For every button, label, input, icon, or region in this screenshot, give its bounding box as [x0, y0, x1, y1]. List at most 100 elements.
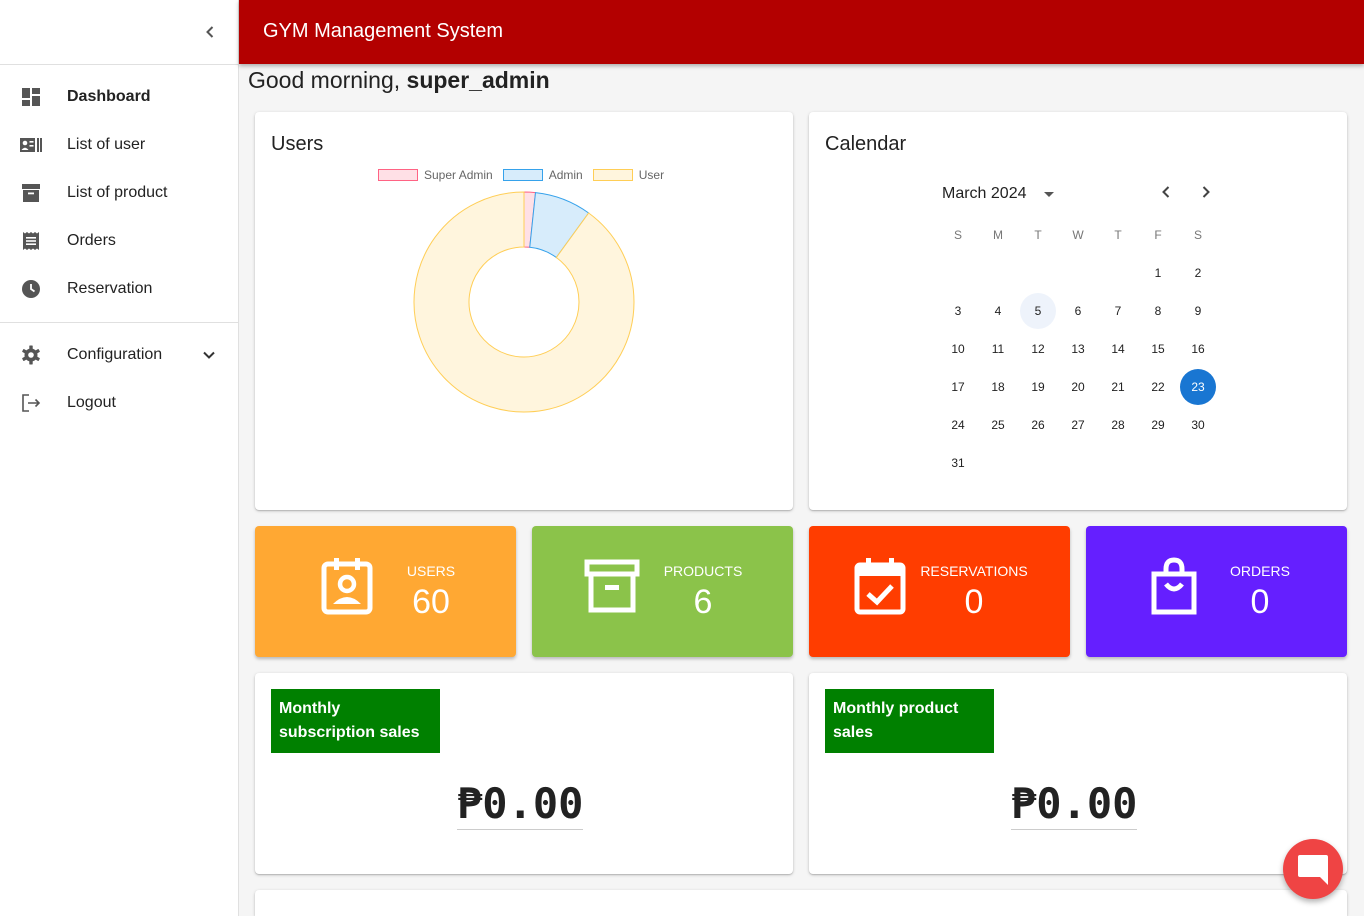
- calendar-day[interactable]: 23: [1180, 369, 1216, 405]
- sidebar-item-label: Logout: [67, 394, 116, 411]
- calendar-day[interactable]: 29: [1138, 407, 1178, 443]
- subscription-sales-card: Monthly subscription sales ₱0.00: [255, 673, 793, 874]
- calendar-day[interactable]: 20: [1058, 369, 1098, 405]
- calendar-empty-cell: [978, 255, 1018, 291]
- product-sales-card: Monthly product sales ₱0.00: [809, 673, 1347, 874]
- gear-icon: [20, 344, 42, 366]
- sales-value: ₱0.00: [1011, 779, 1138, 830]
- calendar-day[interactable]: 16: [1178, 331, 1218, 367]
- calendar-weekday: S: [953, 228, 962, 242]
- calendar-empty-cell: [938, 255, 978, 291]
- stat-card-reservations[interactable]: RESERVATIONS 0: [809, 526, 1070, 657]
- sidebar-nav: Dashboard List of user List of product O…: [0, 65, 238, 427]
- calendar-day[interactable]: 15: [1138, 331, 1178, 367]
- calendar-day[interactable]: 25: [978, 407, 1018, 443]
- stat-label: ORDERS: [1230, 563, 1290, 579]
- calendar-day[interactable]: 4: [978, 293, 1018, 329]
- calendar-day[interactable]: 8: [1138, 293, 1178, 329]
- greeting-username: super_admin: [406, 67, 550, 93]
- calendar-day[interactable]: 19: [1018, 369, 1058, 405]
- stat-label: USERS: [406, 563, 456, 579]
- chevron-down-icon: [203, 351, 215, 359]
- sidebar-item-logout[interactable]: Logout: [0, 379, 238, 427]
- stat-value: 0: [1250, 583, 1270, 621]
- doughnut-slice-user[interactable]: [413, 191, 635, 413]
- greeting: Good morning, super_admin: [248, 67, 550, 94]
- users-chart-card: Users Super Admin Admin User: [255, 112, 793, 510]
- calendar-day[interactable]: 26: [1018, 407, 1058, 443]
- bottom-card: [255, 890, 1347, 916]
- calendar-week-row: 3456789: [938, 292, 1218, 330]
- dashboard-icon: [20, 86, 42, 108]
- calendar-day[interactable]: 30: [1178, 407, 1218, 443]
- calendar-month-selector[interactable]: March 2024: [942, 182, 1061, 206]
- stat-card-products[interactable]: PRODUCTS 6: [532, 526, 793, 657]
- calendar-empty-cell: [1098, 445, 1138, 481]
- calendar-empty-cell: [1058, 445, 1098, 481]
- calendar-weekday: M: [993, 228, 1003, 242]
- previous-month-icon[interactable]: [1154, 180, 1178, 204]
- calendar-day[interactable]: 5: [1020, 293, 1056, 329]
- calendar-day[interactable]: 31: [938, 445, 978, 481]
- sidebar-divider: [0, 322, 238, 323]
- chat-button[interactable]: [1283, 839, 1343, 899]
- shopping-bag-icon: [1151, 557, 1197, 615]
- sidebar-item-label: Dashboard: [67, 88, 151, 105]
- calendar-week-row: 17 18 19 20 21 22 23: [938, 368, 1218, 406]
- sidebar-item-label: List of user: [67, 136, 146, 153]
- calendar-day[interactable]: 6: [1058, 293, 1098, 329]
- app-bar: GYM Management System: [239, 0, 1364, 64]
- stat-card-orders[interactable]: ORDERS 0: [1086, 526, 1347, 657]
- calendar-empty-cell: [1018, 255, 1058, 291]
- calendar-weekday: T: [1034, 228, 1042, 242]
- sidebar-item-list-of-user[interactable]: List of user: [0, 121, 238, 169]
- sidebar-item-reservation[interactable]: Reservation: [0, 265, 238, 313]
- calendar-week-row: 10 11 12 13 14 15 16: [938, 330, 1218, 368]
- calendar-day[interactable]: 7: [1098, 293, 1138, 329]
- calendar-day[interactable]: 9: [1178, 293, 1218, 329]
- sales-value: ₱0.00: [457, 779, 584, 830]
- sidebar-item-orders[interactable]: Orders: [0, 217, 238, 265]
- calendar-empty-cell: [978, 445, 1018, 481]
- calendar-day[interactable]: 12: [1018, 331, 1058, 367]
- sidebar-item-list-of-product[interactable]: List of product: [0, 169, 238, 217]
- sidebar-item-dashboard[interactable]: Dashboard: [0, 73, 238, 121]
- users-doughnut-chart: [413, 191, 635, 413]
- calendar-day[interactable]: 18: [978, 369, 1018, 405]
- calendar-day[interactable]: 21: [1098, 369, 1138, 405]
- next-month-icon[interactable]: [1194, 180, 1218, 204]
- contact-calendar-icon: [321, 558, 373, 615]
- sidebar: Dashboard List of user List of product O…: [0, 0, 239, 916]
- calendar-day[interactable]: 10: [938, 331, 978, 367]
- calendar-day[interactable]: 1: [1138, 255, 1178, 291]
- calendar-week-row: 12: [938, 254, 1218, 292]
- calendar-day[interactable]: 14: [1098, 331, 1138, 367]
- calendar-month-label: March 2024: [942, 185, 1027, 202]
- calendar-day[interactable]: 27: [1058, 407, 1098, 443]
- calendar-day[interactable]: 11: [978, 331, 1018, 367]
- sidebar-item-configuration[interactable]: Configuration: [0, 331, 238, 379]
- sidebar-header: [0, 0, 238, 65]
- stat-label: PRODUCTS: [663, 563, 743, 579]
- calendar-day[interactable]: 2: [1178, 255, 1218, 291]
- calendar-weekday: S: [1193, 228, 1202, 242]
- stat-card-users[interactable]: USERS 60: [255, 526, 516, 657]
- calendar-weekday: F: [1154, 228, 1162, 242]
- calendar-day[interactable]: 28: [1098, 407, 1138, 443]
- greeting-prefix: Good morning,: [248, 67, 407, 93]
- caret-down-icon: [1043, 192, 1054, 197]
- stat-value: 0: [964, 583, 984, 621]
- sidebar-item-label: Reservation: [67, 280, 153, 297]
- calendar-day[interactable]: 24: [938, 407, 978, 443]
- calendar-day[interactable]: 13: [1058, 331, 1098, 367]
- calendar-day[interactable]: 17: [938, 369, 978, 405]
- calendar-empty-cell: [1098, 255, 1138, 291]
- logout-icon: [20, 392, 42, 414]
- calendar-day[interactable]: 3: [938, 293, 978, 329]
- calendar-day[interactable]: 22: [1138, 369, 1178, 405]
- archive-icon: [20, 182, 42, 204]
- calendar-grid: S M T W T F S 1 2 3 4 5 6 7 8 9 10 11 12 13 14 15 16 17 18 19 20 21…: [938, 216, 1218, 482]
- sales-title-badge: Monthly subscription sales: [271, 689, 440, 753]
- chevron-left-icon[interactable]: [198, 20, 222, 44]
- sidebar-item-label: List of product: [67, 184, 168, 201]
